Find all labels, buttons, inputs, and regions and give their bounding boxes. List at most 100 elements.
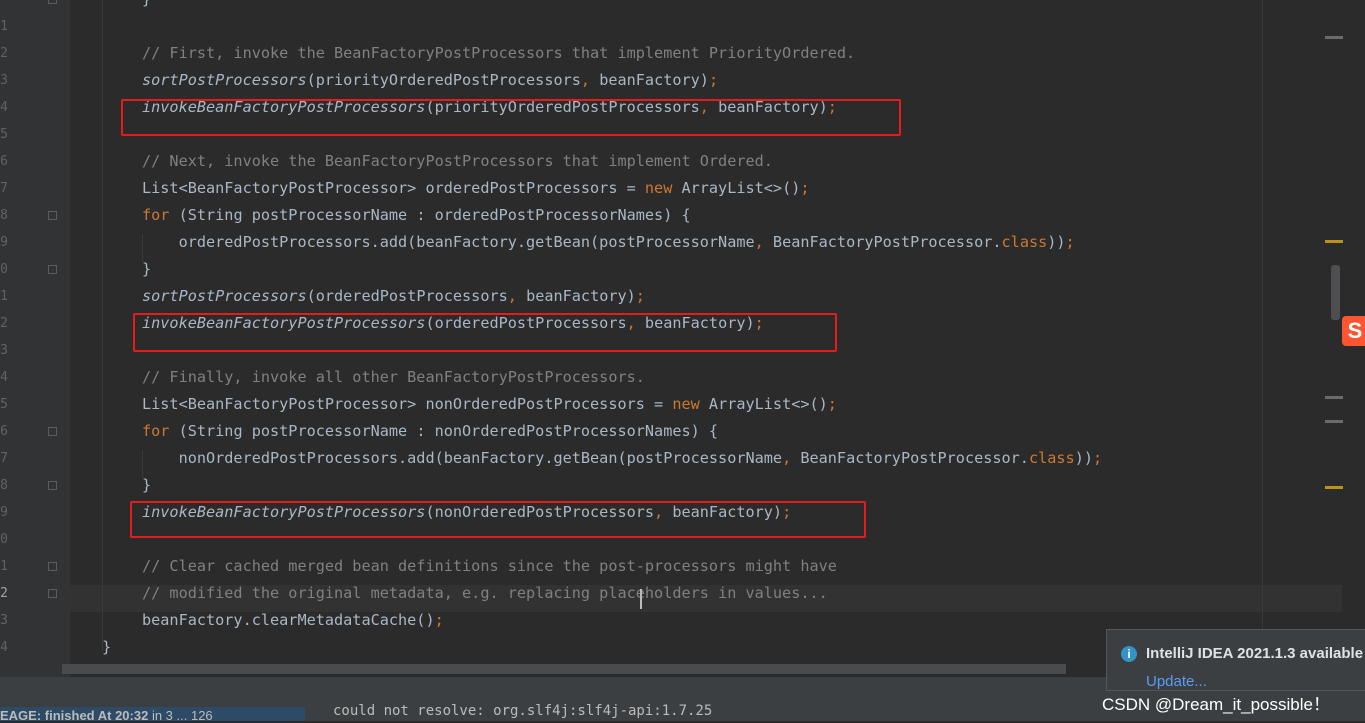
code-token: // First, invoke the BeanFactoryPostProc… [142,44,856,62]
line-number[interactable]: 6 [0,148,8,175]
code-token: , [580,71,591,89]
code-token: for [142,206,170,224]
code-token: , [754,233,764,251]
fold-marker-icon[interactable] [48,481,57,490]
right-margin-guide [1262,0,1263,677]
code-token: ; [827,395,837,413]
code-token: } [102,638,112,656]
line-number[interactable]: 0 [0,256,8,283]
code-token: (String postProcessorName : orderedPostP… [169,206,691,224]
code-line[interactable]: sortPostProcessors(priorityOrderedPostPr… [142,67,718,94]
csdn-logo-icon: S [1342,316,1365,346]
line-number[interactable]: 9 [0,229,8,256]
line-number[interactable]: 6 [0,418,8,445]
code-token: } [142,260,152,278]
code-token: List<BeanFactoryPostProcessor> orderedPo… [142,179,645,197]
code-line[interactable]: } [102,634,111,661]
code-line[interactable]: // Finally, invoke all other BeanFactory… [142,364,645,391]
fold-marker-icon[interactable] [48,562,57,571]
code-token: , [782,449,792,467]
csdn-watermark: CSDN @Dream_it_possible！ [1102,695,1330,714]
code-token: class [1001,233,1048,251]
code-token: BeanFactoryPostProcessor. [791,449,1029,467]
code-token: ArrayList<>() [672,179,801,197]
code-token: // Next, invoke the BeanFactoryPostProce… [142,152,773,170]
code-editor[interactable]: 123456789012345678901234 }// First, invo… [0,0,1365,677]
code-line[interactable]: // modified the original metadata, e.g. … [142,580,828,607]
line-number[interactable]: 4 [0,364,8,391]
line-number[interactable]: 5 [0,391,8,418]
code-line[interactable]: } [142,0,151,13]
line-number[interactable]: 0 [0,526,8,553]
stripe-mark[interactable] [1325,420,1343,423]
line-number[interactable]: 2 [0,40,8,67]
line-number-gutter[interactable]: 123456789012345678901234 [0,0,70,677]
code-line[interactable]: List<BeanFactoryPostProcessor> nonOrdere… [142,391,837,418]
code-token: (priorityOrderedPostProcessors [306,71,581,89]
code-line[interactable]: for (String postProcessorName : nonOrder… [142,418,718,445]
code-line[interactable]: } [142,472,151,499]
line-number[interactable]: 8 [0,472,8,499]
horizontal-scrollbar-thumb[interactable] [62,664,1066,674]
highlight-box-priority-ordered [121,99,901,136]
fold-marker-icon[interactable] [48,211,57,220]
code-token: new [644,179,673,197]
code-token: )) [1047,233,1066,251]
code-token: (orderedPostProcessors [306,287,508,305]
code-line[interactable]: List<BeanFactoryPostProcessor> orderedPo… [142,175,810,202]
fold-marker-icon[interactable] [48,0,57,4]
code-token: (String postProcessorName : nonOrderedPo… [169,422,719,440]
code-line[interactable]: beanFactory.clearMetadataCache(); [142,607,444,634]
fold-marker-icon[interactable] [48,427,57,436]
text-caret [640,589,642,609]
warning-stripe-mark[interactable] [1325,240,1343,243]
update-notification[interactable]: i IntelliJ IDEA 2021.1.3 available Updat… [1106,629,1365,691]
stripe-mark[interactable] [1325,396,1343,399]
code-token: orderedPostProcessors.add(beanFactory.ge… [142,233,755,251]
info-icon: i [1121,646,1137,662]
code-token: beanFactory) [516,287,636,305]
code-line[interactable]: sortPostProcessors(orderedPostProcessors… [142,283,645,310]
line-number[interactable]: 1 [0,553,8,580]
code-token: for [142,422,170,440]
code-token: } [142,0,151,8]
line-number[interactable]: 2 [0,310,8,337]
highlight-box-non-ordered [130,501,866,538]
code-line[interactable]: // Next, invoke the BeanFactoryPostProce… [142,148,773,175]
code-token: // Clear cached merged bean definitions … [142,557,837,575]
code-token: ; [635,287,645,305]
code-token: class [1028,449,1075,467]
line-number[interactable]: 4 [0,94,8,121]
code-line[interactable]: for (String postProcessorName : orderedP… [142,202,691,229]
code-line[interactable]: nonOrderedPostProcessors.add(beanFactory… [142,445,1103,472]
line-number[interactable]: 1 [0,13,8,40]
line-number[interactable]: 4 [0,634,8,661]
stripe-mark[interactable] [1325,36,1343,39]
fold-marker-icon[interactable] [48,589,57,598]
code-line[interactable]: // First, invoke the BeanFactoryPostProc… [142,40,855,67]
warning-stripe-mark[interactable] [1325,486,1343,489]
code-token: ; [434,611,444,629]
line-number[interactable]: 8 [0,202,8,229]
console-output-line: could not resolve: org.slf4j:slf4j-api:1… [333,703,713,719]
line-number[interactable]: 3 [0,337,8,364]
update-link[interactable]: Update... [1146,673,1207,690]
vertical-scrollbar-thumb[interactable] [1331,265,1340,320]
notification-title: IntelliJ IDEA 2021.1.3 available [1146,645,1364,662]
code-line[interactable]: // Clear cached merged bean definitions … [142,553,837,580]
code-token: ; [800,179,810,197]
line-number[interactable]: 2 [0,580,8,607]
fold-marker-icon[interactable] [48,265,57,274]
code-line[interactable]: orderedPostProcessors.add(beanFactory.ge… [142,229,1075,256]
code-token: beanFactory) [590,71,709,89]
indent-guide [102,0,103,652]
line-number[interactable]: 7 [0,445,8,472]
line-number[interactable]: 7 [0,175,8,202]
line-number[interactable]: 5 [0,121,8,148]
line-number[interactable]: 3 [0,607,8,634]
code-line[interactable]: } [142,256,151,283]
line-number[interactable]: 3 [0,67,8,94]
line-number[interactable]: 1 [0,283,8,310]
code-token: ; [1065,233,1075,251]
line-number[interactable]: 9 [0,499,8,526]
